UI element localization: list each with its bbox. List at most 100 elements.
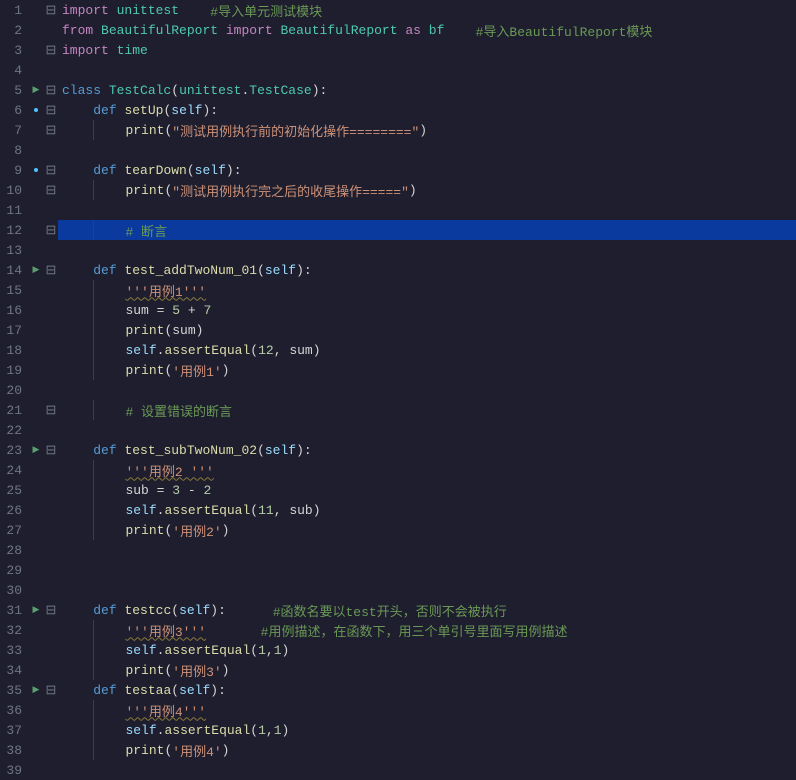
line-number[interactable]: 6 bbox=[0, 103, 28, 118]
code-line[interactable]: print('用例3') bbox=[58, 660, 796, 680]
code-area[interactable]: import unittest #导入单元测试模块from BeautifulR… bbox=[58, 0, 796, 780]
run-triangle-icon[interactable]: ▶ bbox=[33, 265, 40, 275]
marker-slot[interactable] bbox=[28, 107, 44, 113]
code-line[interactable]: def test_subTwoNum_02(self): bbox=[58, 440, 796, 460]
code-line[interactable]: print("测试用例执行前的初始化操作========") bbox=[58, 120, 796, 140]
code-line[interactable] bbox=[58, 760, 796, 780]
line-number[interactable]: 14 bbox=[0, 263, 28, 278]
marker-slot[interactable]: ▶ bbox=[28, 605, 44, 615]
code-line[interactable] bbox=[58, 60, 796, 80]
code-line[interactable]: sum = 5 + 7 bbox=[58, 300, 796, 320]
line-number[interactable]: 32 bbox=[0, 623, 28, 638]
fold-toggle[interactable]: ⊟ bbox=[44, 443, 58, 458]
line-number[interactable]: 34 bbox=[0, 663, 28, 678]
fold-toggle[interactable]: ⊟ bbox=[44, 603, 58, 618]
fold-toggle[interactable]: ⊟ bbox=[44, 183, 58, 198]
line-number[interactable]: 11 bbox=[0, 203, 28, 218]
code-line[interactable]: self.assertEqual(1,1) bbox=[58, 640, 796, 660]
run-triangle-icon[interactable]: ▶ bbox=[33, 445, 40, 455]
line-number[interactable]: 20 bbox=[0, 383, 28, 398]
line-number[interactable]: 25 bbox=[0, 483, 28, 498]
line-number[interactable]: 17 bbox=[0, 323, 28, 338]
code-line[interactable] bbox=[58, 420, 796, 440]
code-line[interactable]: # 设置错误的断言 bbox=[58, 400, 796, 420]
marker-slot[interactable] bbox=[28, 167, 44, 173]
fold-toggle[interactable]: ⊟ bbox=[44, 163, 58, 178]
fold-toggle[interactable]: ⊟ bbox=[44, 403, 58, 418]
code-line[interactable] bbox=[58, 540, 796, 560]
line-number[interactable]: 22 bbox=[0, 423, 28, 438]
code-line[interactable]: # 断言 bbox=[58, 220, 796, 240]
line-number[interactable]: 15 bbox=[0, 283, 28, 298]
run-triangle-icon[interactable]: ▶ bbox=[33, 605, 40, 615]
code-line[interactable]: '''用例3''' #用例描述，在函数下，用三个单引号里面写用例描述 bbox=[58, 620, 796, 640]
marker-slot[interactable]: ▶ bbox=[28, 685, 44, 695]
code-line[interactable] bbox=[58, 580, 796, 600]
code-line[interactable] bbox=[58, 140, 796, 160]
line-number[interactable]: 3 bbox=[0, 43, 28, 58]
code-line[interactable]: self.assertEqual(11, sub) bbox=[58, 500, 796, 520]
line-number[interactable]: 33 bbox=[0, 643, 28, 658]
line-number[interactable]: 4 bbox=[0, 63, 28, 78]
line-number[interactable]: 9 bbox=[0, 163, 28, 178]
line-number[interactable]: 27 bbox=[0, 523, 28, 538]
fold-toggle[interactable]: ⊟ bbox=[44, 683, 58, 698]
line-number[interactable]: 23 bbox=[0, 443, 28, 458]
fold-toggle[interactable]: ⊟ bbox=[44, 3, 58, 18]
line-number[interactable]: 26 bbox=[0, 503, 28, 518]
fold-toggle[interactable]: ⊟ bbox=[44, 43, 58, 58]
code-line[interactable]: class TestCalc(unittest.TestCase): bbox=[58, 80, 796, 100]
code-line[interactable]: def testcc(self): #函数名要以test开头，否则不会被执行 bbox=[58, 600, 796, 620]
code-line[interactable]: def test_addTwoNum_01(self): bbox=[58, 260, 796, 280]
line-number[interactable]: 2 bbox=[0, 23, 28, 38]
fold-toggle[interactable]: ⊟ bbox=[44, 103, 58, 118]
code-line[interactable]: def testaa(self): bbox=[58, 680, 796, 700]
line-number[interactable]: 12 bbox=[0, 223, 28, 238]
fold-toggle[interactable]: ⊟ bbox=[44, 123, 58, 138]
line-number[interactable]: 16 bbox=[0, 303, 28, 318]
breakpoint-icon[interactable] bbox=[33, 167, 39, 173]
code-line[interactable]: import time bbox=[58, 40, 796, 60]
code-line[interactable] bbox=[58, 200, 796, 220]
code-line[interactable]: import unittest #导入单元测试模块 bbox=[58, 0, 796, 20]
fold-toggle[interactable]: ⊟ bbox=[44, 223, 58, 238]
line-number[interactable]: 29 bbox=[0, 563, 28, 578]
line-number[interactable]: 5 bbox=[0, 83, 28, 98]
code-line[interactable]: '''用例4''' bbox=[58, 700, 796, 720]
code-line[interactable]: sub = 3 - 2 bbox=[58, 480, 796, 500]
breakpoint-icon[interactable] bbox=[33, 107, 39, 113]
line-number[interactable]: 38 bbox=[0, 743, 28, 758]
line-number[interactable]: 35 bbox=[0, 683, 28, 698]
code-line[interactable]: '''用例2 ''' bbox=[58, 460, 796, 480]
line-number[interactable]: 37 bbox=[0, 723, 28, 738]
code-line[interactable]: def setUp(self): bbox=[58, 100, 796, 120]
line-number[interactable]: 8 bbox=[0, 143, 28, 158]
run-triangle-icon[interactable]: ▶ bbox=[33, 85, 40, 95]
code-line[interactable]: from BeautifulReport import BeautifulRep… bbox=[58, 20, 796, 40]
line-number[interactable]: 30 bbox=[0, 583, 28, 598]
code-line[interactable]: print(sum) bbox=[58, 320, 796, 340]
line-number[interactable]: 28 bbox=[0, 543, 28, 558]
line-number[interactable]: 18 bbox=[0, 343, 28, 358]
code-line[interactable]: self.assertEqual(12, sum) bbox=[58, 340, 796, 360]
line-number[interactable]: 39 bbox=[0, 763, 28, 778]
fold-toggle[interactable]: ⊟ bbox=[44, 263, 58, 278]
code-line[interactable]: print('用例4') bbox=[58, 740, 796, 760]
code-line[interactable] bbox=[58, 380, 796, 400]
fold-toggle[interactable]: ⊟ bbox=[44, 83, 58, 98]
code-line[interactable] bbox=[58, 240, 796, 260]
code-line[interactable]: print("测试用例执行完之后的收尾操作=====") bbox=[58, 180, 796, 200]
line-number[interactable]: 13 bbox=[0, 243, 28, 258]
code-line[interactable]: print('用例1') bbox=[58, 360, 796, 380]
marker-slot[interactable]: ▶ bbox=[28, 445, 44, 455]
line-number[interactable]: 31 bbox=[0, 603, 28, 618]
run-triangle-icon[interactable]: ▶ bbox=[33, 685, 40, 695]
marker-slot[interactable]: ▶ bbox=[28, 265, 44, 275]
code-line[interactable]: self.assertEqual(1,1) bbox=[58, 720, 796, 740]
line-number[interactable]: 36 bbox=[0, 703, 28, 718]
line-number[interactable]: 1 bbox=[0, 3, 28, 18]
code-line[interactable]: print('用例2') bbox=[58, 520, 796, 540]
line-number[interactable]: 10 bbox=[0, 183, 28, 198]
line-number[interactable]: 24 bbox=[0, 463, 28, 478]
code-line[interactable] bbox=[58, 560, 796, 580]
